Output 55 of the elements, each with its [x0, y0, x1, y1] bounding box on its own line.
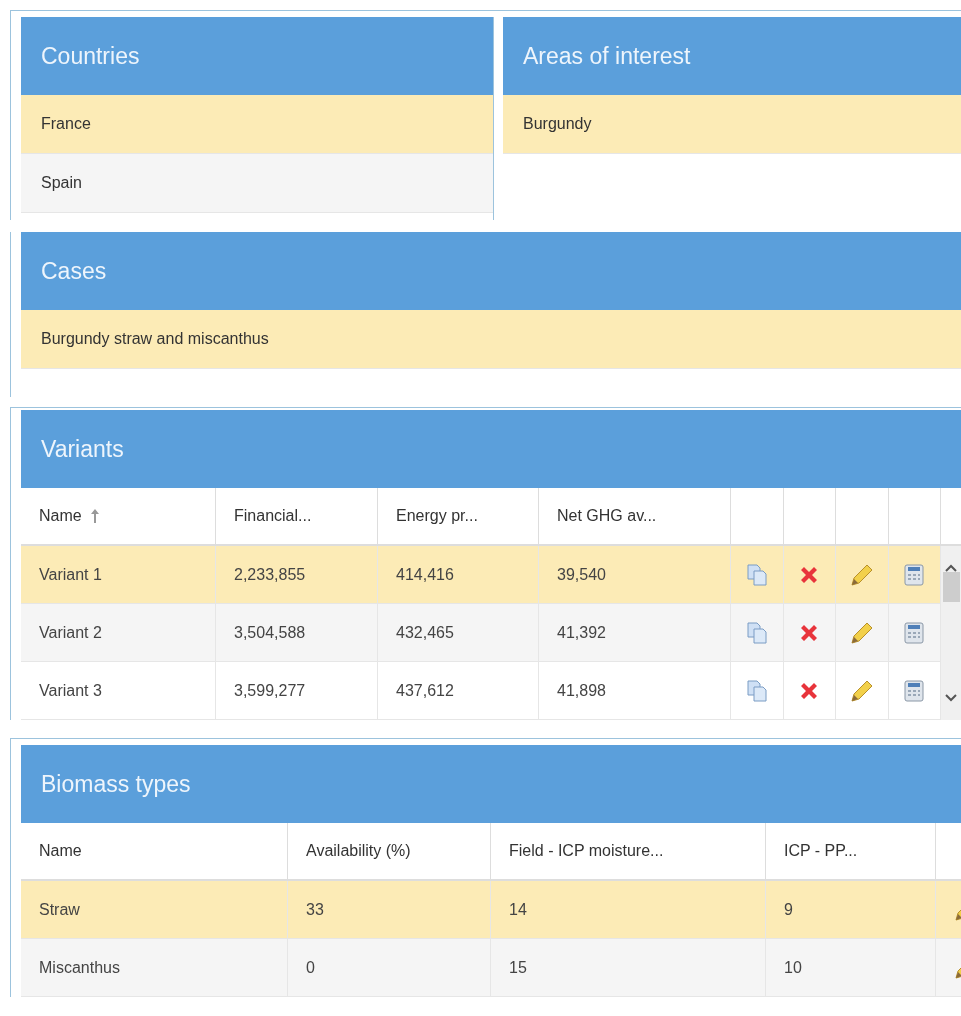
- table-row[interactable]: Variant 3 3,599,277 437,612 41,898: [21, 662, 941, 720]
- table-row[interactable]: Variant 1 2,233,855 414,416 39,540: [21, 546, 941, 604]
- table-cell: Variant 1: [21, 546, 216, 603]
- table-row[interactable]: Straw 33 14 9: [21, 881, 961, 939]
- scrollbar[interactable]: [941, 546, 961, 720]
- table-cell: 3,504,588: [216, 604, 378, 661]
- list-item[interactable]: Burgundy: [503, 95, 961, 154]
- table-cell: 39,540: [539, 546, 731, 603]
- panel-title: Variants: [41, 434, 124, 464]
- table-cell: 41,392: [539, 604, 731, 661]
- column-header[interactable]: Name: [21, 488, 216, 544]
- table-cell: 414,416: [378, 546, 539, 603]
- panel-title: Cases: [41, 256, 107, 286]
- scroll-up-icon[interactable]: [945, 564, 957, 572]
- column-header[interactable]: Field - ICP moisture...: [491, 823, 766, 879]
- table-row[interactable]: Miscanthus 0 15 10: [21, 939, 961, 997]
- calculator-icon[interactable]: [904, 563, 925, 586]
- table-cell: 14: [491, 881, 766, 938]
- table-cell: 15: [491, 939, 766, 996]
- table-cell: Variant 3: [21, 662, 216, 719]
- scroll-thumb[interactable]: [942, 572, 960, 602]
- list-item[interactable]: Spain: [21, 154, 493, 213]
- column-header[interactable]: Net GHG av...: [539, 488, 731, 544]
- pencil-icon[interactable]: [849, 562, 874, 587]
- table-cell: Straw: [21, 881, 288, 938]
- table-cell: 2,233,855: [216, 546, 378, 603]
- scroll-down-icon[interactable]: [945, 694, 957, 702]
- column-header[interactable]: Energy pr...: [378, 488, 539, 544]
- panel-title: Countries: [41, 41, 140, 71]
- pencil-icon[interactable]: [849, 678, 874, 703]
- column-header[interactable]: ICP - PP...: [766, 823, 936, 879]
- column-header[interactable]: Availability (%): [288, 823, 491, 879]
- pencil-icon[interactable]: [849, 620, 874, 645]
- calculator-icon[interactable]: [904, 679, 925, 702]
- table-cell: 9: [766, 881, 936, 938]
- panel-title: Biomass types: [41, 769, 191, 799]
- table-cell: 3,599,277: [216, 662, 378, 719]
- calculator-icon[interactable]: [904, 621, 925, 644]
- copy-icon[interactable]: [745, 679, 768, 702]
- list-item[interactable]: France: [21, 95, 493, 154]
- table-cell: 10: [766, 939, 936, 996]
- copy-icon[interactable]: [745, 563, 768, 586]
- list-item[interactable]: Burgundy straw and miscanthus: [21, 310, 961, 369]
- panel-title: Areas of interest: [523, 41, 691, 71]
- table-cell: Miscanthus: [21, 939, 288, 996]
- table-cell: 432,465: [378, 604, 539, 661]
- table-cell: 41,898: [539, 662, 731, 719]
- table-cell: Variant 2: [21, 604, 216, 661]
- column-header[interactable]: Name: [21, 823, 288, 879]
- table-cell: 33: [288, 881, 491, 938]
- table-cell: 437,612: [378, 662, 539, 719]
- table-cell: 0: [288, 939, 491, 996]
- table-row[interactable]: Variant 2 3,504,588 432,465 41,392: [21, 604, 941, 662]
- copy-icon[interactable]: [745, 621, 768, 644]
- column-header[interactable]: Financial...: [216, 488, 378, 544]
